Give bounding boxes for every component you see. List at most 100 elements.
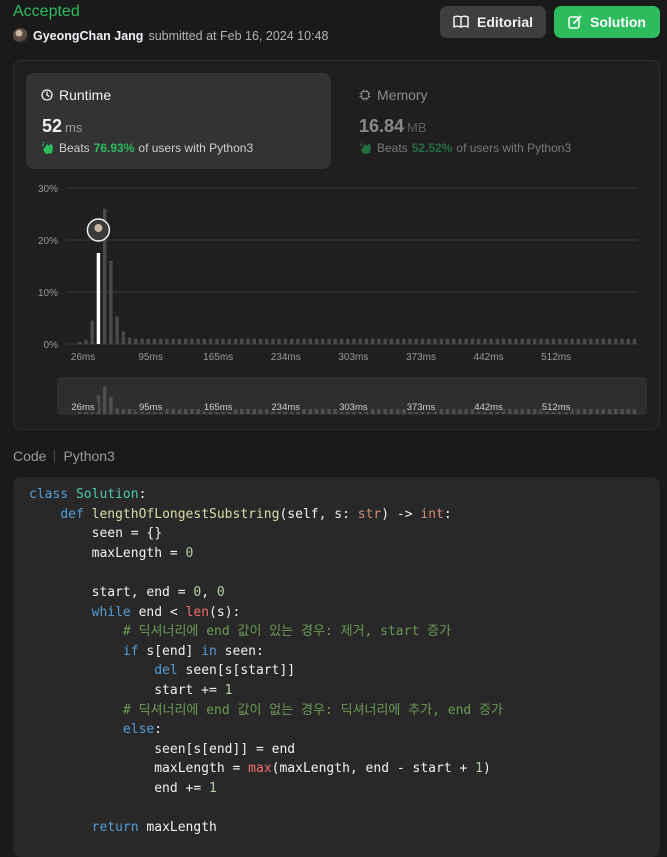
mini-bar: [402, 409, 406, 414]
book-icon: [453, 15, 469, 28]
bar: [595, 338, 599, 344]
bar: [246, 338, 250, 344]
mini-bar: [601, 409, 606, 414]
mini-bar: [607, 409, 612, 414]
x-tick-label: 165ms: [203, 352, 233, 363]
bar: [115, 316, 119, 344]
bar: [277, 338, 281, 344]
bar: [134, 338, 138, 344]
mini-bar: [626, 409, 630, 414]
username-link[interactable]: GyeongChan Jang: [33, 29, 143, 43]
bar: [233, 338, 238, 344]
mini-bar: [370, 409, 375, 414]
mini-bar: [333, 409, 337, 414]
bar: [84, 339, 88, 344]
bar: [626, 338, 630, 344]
bar: [127, 337, 132, 344]
mini-bar: [395, 409, 400, 414]
runtime-beats-suffix: of users with Python3: [138, 141, 254, 155]
bar: [620, 338, 624, 344]
memory-value: 16.84: [359, 116, 405, 136]
mini-bar: [514, 409, 518, 414]
mini-tick-label: 26ms: [71, 402, 94, 413]
code-header: Code Python3: [13, 448, 115, 464]
bar: [483, 338, 487, 344]
bar: [227, 338, 232, 344]
mini-bar: [595, 409, 599, 414]
bar: [283, 338, 288, 344]
status-accepted: Accepted: [13, 3, 80, 20]
bar: [183, 338, 188, 344]
mini-tick-label: 234ms: [272, 402, 301, 413]
mini-tick-label: 95ms: [139, 402, 162, 413]
submitted-text: submitted at Feb 16, 2024 10:48: [148, 28, 329, 43]
edit-icon: [568, 15, 582, 29]
bar: [152, 338, 157, 344]
runtime-unit: ms: [65, 120, 83, 135]
bar: [121, 331, 126, 344]
mini-bar: [439, 409, 443, 414]
mini-bar: [464, 409, 468, 414]
bar: [308, 338, 313, 344]
x-tick-label: 303ms: [338, 352, 368, 363]
bar: [221, 338, 225, 344]
bar: [358, 338, 362, 344]
bar: [458, 338, 462, 344]
bar: [314, 338, 319, 344]
mini-bar: [121, 409, 126, 414]
mini-bar: [620, 409, 624, 414]
y-tick-label: 30%: [38, 184, 58, 195]
clap-icon: [41, 141, 53, 154]
bar: [165, 338, 169, 344]
chip-icon: [359, 89, 371, 101]
submission-info: GyeongChan Jang submitted at Feb 16, 202…: [13, 28, 328, 43]
avatar[interactable]: [13, 28, 28, 43]
mini-tick-label: 512ms: [542, 402, 571, 413]
x-tick-label: 373ms: [406, 352, 436, 363]
bar: [202, 338, 207, 344]
solution-button[interactable]: Solution: [554, 6, 660, 38]
bar: [464, 338, 468, 344]
bar: [208, 338, 213, 344]
mini-tick-label: 373ms: [407, 402, 436, 413]
mini-bar: [127, 409, 132, 414]
code-language: Python3: [63, 448, 115, 464]
bar: [445, 338, 450, 344]
x-tick-label: 512ms: [541, 352, 571, 363]
bar: [476, 338, 481, 344]
mini-bar: [308, 409, 313, 414]
bar: [557, 338, 562, 344]
bar-highlight: [96, 253, 101, 344]
bar: [607, 338, 612, 344]
memory-header: Memory: [359, 87, 428, 103]
memory-beats-pct: 52.52%: [411, 141, 453, 155]
bar: [533, 338, 537, 344]
bar: [489, 338, 493, 344]
code-tab-label[interactable]: Code: [13, 448, 46, 464]
bar: [333, 338, 337, 344]
bar: [427, 338, 431, 344]
divider: [54, 449, 56, 463]
bar: [545, 338, 549, 344]
bar: [240, 338, 244, 344]
mini-bar: [582, 409, 587, 414]
x-tick-label: 234ms: [271, 352, 301, 363]
mini-bar: [314, 409, 319, 414]
editorial-button[interactable]: Editorial: [440, 6, 546, 38]
bar: [370, 338, 375, 344]
avatar-icon: [94, 224, 103, 232]
bar: [439, 338, 443, 344]
bar: [582, 338, 587, 344]
mini-bar: [258, 409, 263, 414]
mini-bar: [102, 386, 107, 414]
memory-card[interactable]: Memory 16.84 MB Beats 52.52% of users wit…: [359, 73, 649, 169]
mini-bar: [377, 409, 381, 414]
mini-bar: [383, 409, 387, 414]
mini-bar: [171, 409, 175, 414]
bar: [321, 338, 325, 344]
mini-bar: [302, 409, 306, 414]
bar: [177, 338, 182, 344]
x-tick-label: 26ms: [71, 352, 95, 363]
code-block[interactable]: class Solution: def lengthOfLongestSubst…: [13, 477, 660, 857]
bar: [452, 338, 456, 344]
